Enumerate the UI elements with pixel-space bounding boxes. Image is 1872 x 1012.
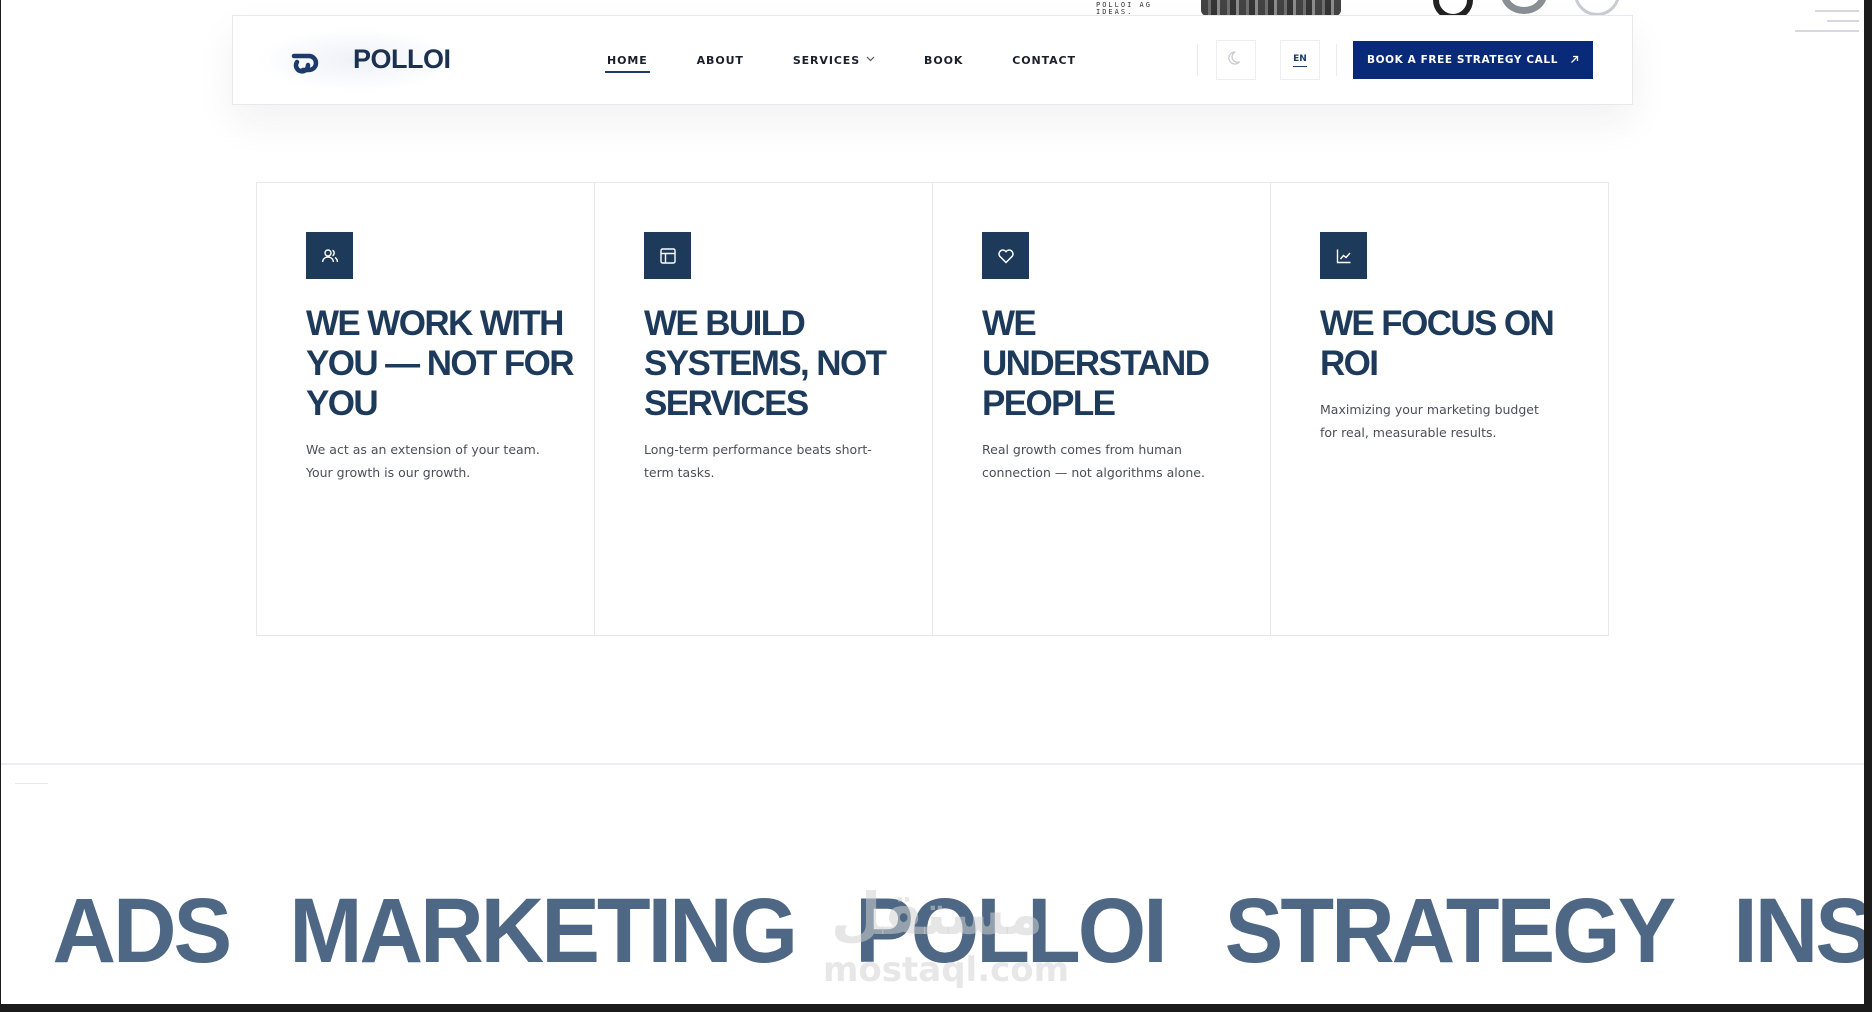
- nav-services[interactable]: SERVICES: [793, 54, 875, 67]
- language-button[interactable]: EN: [1280, 40, 1320, 80]
- hero-crowd-image: [1201, 0, 1341, 16]
- section-divider: [15, 783, 48, 784]
- logo-icon[interactable]: [291, 52, 321, 74]
- logo-text[interactable]: POLLOI: [353, 44, 451, 75]
- marquee-word: POLLOI: [855, 879, 1168, 982]
- nav-book-label: BOOK: [924, 53, 964, 67]
- layout-icon: [644, 232, 691, 279]
- marquee-word: MARKETING: [289, 879, 798, 982]
- marquee-word: ADS: [52, 879, 232, 982]
- cta-label: BOOK A FREE STRATEGY CALL: [1366, 54, 1558, 66]
- feature-card: WE WORK WITH YOU — NOT FOR YOU We act as…: [257, 183, 595, 635]
- language-label: EN: [1293, 54, 1307, 67]
- feature-description: We act as an extension of your team. You…: [306, 442, 540, 480]
- arrow-up-right-icon: [1570, 54, 1579, 67]
- line-chart-icon: [1320, 232, 1367, 279]
- section-divider: [1, 763, 1864, 765]
- feature-title: WE WORK WITH YOU — NOT FOR YOU: [306, 304, 575, 423]
- marquee-ticker: IADSMARKETINGPOLLOISTRATEGYINSIGH: [1, 879, 1864, 982]
- nav-book[interactable]: BOOK: [924, 54, 963, 67]
- browser-page: POLLOI AG IDEAS. POLLOI HOME ABOUT SERVI…: [1, 0, 1864, 1004]
- feature-description: Long-term performance beats short-term t…: [644, 442, 872, 480]
- hero-peek-text: POLLOI AG IDEAS.: [1096, 1, 1152, 16]
- header-divider: [1197, 44, 1198, 76]
- nav-home[interactable]: HOME: [605, 53, 650, 73]
- menu-hamburger-icon[interactable]: [1795, 8, 1863, 38]
- heart-icon: [982, 232, 1029, 279]
- users-icon: [306, 232, 353, 279]
- nav-about[interactable]: ABOUT: [697, 54, 744, 67]
- moon-icon: [1227, 49, 1245, 72]
- features-grid: WE WORK WITH YOU — NOT FOR YOU We act as…: [256, 182, 1609, 636]
- main-nav: HOME ABOUT SERVICES BOOK CONTACT: [605, 16, 1125, 104]
- marquee-word: STRATEGY: [1224, 879, 1677, 982]
- site-header: POLLOI HOME ABOUT SERVICES BOOK CONTACT: [232, 15, 1633, 105]
- feature-title: WE BUILD SYSTEMS, NOT SERVICES: [644, 304, 887, 423]
- hero-ring-shape: [1574, 0, 1620, 16]
- feature-card: WE BUILD SYSTEMS, NOT SERVICES Long-term…: [595, 183, 933, 635]
- feature-card: WE UNDERSTAND PEOPLE Real growth comes f…: [933, 183, 1271, 635]
- chevron-down-icon: [866, 55, 875, 64]
- feature-title: WE FOCUS ON ROI: [1320, 304, 1555, 383]
- theme-toggle-button[interactable]: [1216, 40, 1256, 80]
- nav-contact-label: CONTACT: [1012, 53, 1076, 67]
- feature-card: WE FOCUS ON ROI Maximizing your marketin…: [1271, 183, 1608, 635]
- feature-description: Maximizing your marketing budget for rea…: [1320, 402, 1539, 440]
- book-strategy-call-button[interactable]: BOOK A FREE STRATEGY CALL: [1353, 41, 1593, 79]
- hero-ring-shape: [1501, 0, 1547, 14]
- nav-home-label: HOME: [607, 53, 648, 67]
- nav-contact[interactable]: CONTACT: [1012, 54, 1076, 67]
- header-divider: [1336, 44, 1337, 76]
- feature-description: Real growth comes from human connection …: [982, 442, 1205, 480]
- marquee-word: INSIGH: [1733, 879, 1864, 982]
- nav-about-label: ABOUT: [696, 53, 744, 67]
- nav-services-label: SERVICES: [792, 53, 861, 67]
- feature-title: WE UNDERSTAND PEOPLE: [982, 304, 1210, 423]
